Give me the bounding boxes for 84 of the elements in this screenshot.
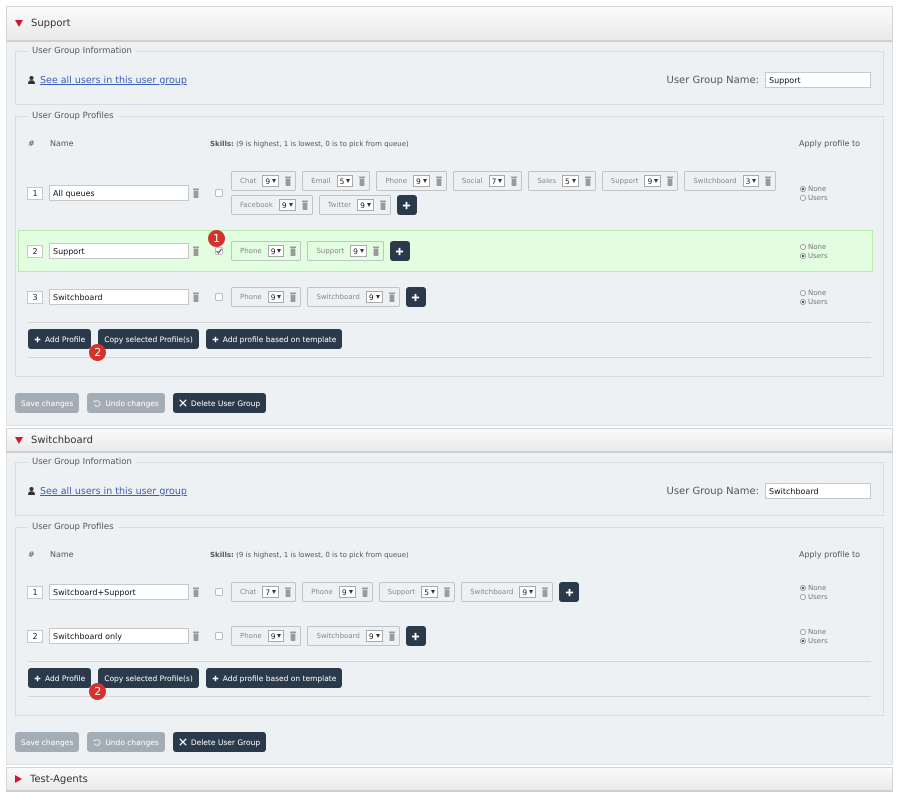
trash-icon[interactable] (290, 292, 296, 302)
trash-icon[interactable] (290, 631, 296, 641)
close-icon (178, 399, 187, 407)
checkbox[interactable] (215, 189, 223, 197)
section-header[interactable]: Switchboard (6, 428, 893, 453)
checkbox[interactable] (215, 293, 223, 301)
trash-icon[interactable] (584, 176, 591, 186)
trash-icon[interactable] (285, 587, 292, 597)
trash-icon[interactable] (388, 292, 395, 302)
trash-icon[interactable] (765, 176, 772, 186)
plus-icon (212, 674, 219, 682)
trash-icon[interactable] (667, 176, 674, 186)
profile-name-field[interactable]: Support (49, 243, 189, 259)
step-marker: 2 (89, 683, 106, 700)
trash-icon[interactable] (290, 246, 296, 256)
trash-icon[interactable] (193, 188, 199, 198)
step-marker: 2 (89, 344, 106, 361)
plus-icon (411, 632, 420, 640)
plus-icon (34, 336, 41, 342)
fieldset-legend: User Group Information (28, 46, 136, 56)
trash-icon[interactable] (193, 587, 199, 597)
undo-icon (93, 738, 102, 746)
trash-icon[interactable] (362, 587, 368, 597)
profile-number: 2 (27, 244, 43, 258)
plus-icon (411, 292, 420, 302)
trash-icon[interactable] (444, 587, 450, 597)
trash-icon[interactable] (436, 176, 442, 186)
add-skill-button[interactable] (406, 287, 426, 307)
section-title: Test-Agents (30, 774, 88, 784)
column-header: # (28, 139, 36, 148)
close-icon (178, 738, 187, 746)
profile-name-field[interactable]: Switchboard only (49, 628, 189, 644)
profile-number: 1 (27, 186, 43, 200)
column-header: Name (50, 550, 75, 559)
checkbox[interactable] (215, 632, 223, 640)
profile-number: 2 (27, 630, 43, 642)
add-skill-button[interactable] (559, 582, 580, 602)
plus-icon (564, 588, 574, 596)
fieldset-legend: User Group Information (28, 457, 136, 467)
trash-icon[interactable] (542, 587, 548, 597)
trash-icon[interactable] (193, 246, 199, 256)
profile-number: 3 (27, 290, 43, 304)
trash-icon[interactable] (193, 631, 199, 641)
group-name-field[interactable]: Support (765, 72, 871, 88)
user-icon (28, 76, 35, 84)
profile-name-field[interactable]: Switcboard+Support (49, 584, 189, 600)
plus-icon (395, 246, 404, 256)
group-name-field[interactable]: Switchboard (765, 483, 871, 499)
trash-icon[interactable] (372, 246, 379, 256)
plus-icon (212, 336, 219, 342)
trash-icon[interactable] (380, 200, 386, 210)
trash-icon[interactable] (359, 176, 366, 186)
field-label: User Group Name: (666, 74, 759, 86)
plus-icon (402, 200, 412, 210)
section-header[interactable]: Support (6, 6, 893, 42)
step-marker: 1 (208, 230, 225, 247)
users-link[interactable]: See all users in this user group (40, 486, 187, 496)
column-header: Apply profile to (799, 139, 861, 148)
trash-icon[interactable] (285, 176, 292, 186)
section-title: Support (31, 18, 71, 29)
column-header: Apply profile to (799, 550, 861, 559)
trash-icon[interactable] (388, 631, 395, 641)
column-header: # (28, 550, 36, 559)
undo-icon (93, 399, 102, 407)
add-skill-button[interactable] (406, 626, 426, 646)
checkbox[interactable] (215, 247, 223, 255)
profile-name-field[interactable]: All queues (49, 185, 189, 201)
profile-name-field[interactable]: Switchboard (49, 289, 189, 305)
add-skill-button[interactable] (390, 241, 410, 261)
users-link[interactable]: See all users in this user group (40, 74, 187, 86)
field-label: User Group Name: (666, 486, 759, 496)
user-icon (28, 487, 35, 495)
fieldset-legend: User Group Profiles (28, 111, 118, 121)
add-skill-button[interactable] (396, 195, 417, 215)
column-header: Name (50, 139, 75, 148)
trash-icon[interactable] (193, 292, 199, 302)
fieldset-legend: User Group Profiles (28, 522, 118, 532)
plus-icon (34, 674, 41, 682)
checkbox[interactable] (215, 588, 223, 596)
profile-number: 1 (27, 586, 43, 598)
trash-icon[interactable] (302, 200, 308, 210)
section-header[interactable]: Test-Agents (6, 767, 893, 792)
section-title: Switchboard (31, 434, 93, 446)
trash-icon[interactable] (511, 176, 518, 186)
